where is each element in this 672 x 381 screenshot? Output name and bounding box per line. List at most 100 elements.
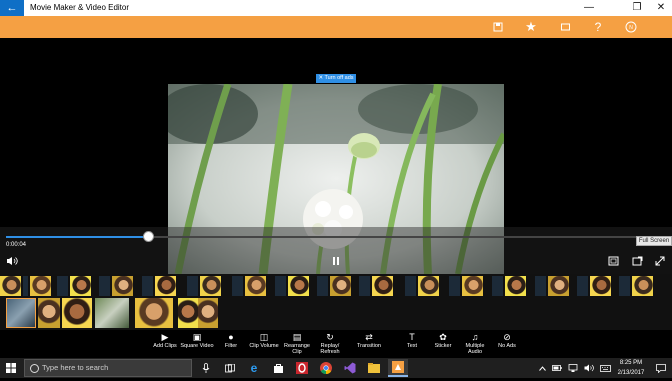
back-button[interactable]: ←: [0, 0, 24, 16]
keyboard-icon[interactable]: [598, 359, 612, 377]
action-icon: ♫: [471, 332, 479, 342]
transition-slot[interactable]: [187, 276, 198, 296]
clip-thumbnail[interactable]: [245, 276, 266, 296]
clip-thumbnail[interactable]: [38, 298, 60, 328]
store-icon[interactable]: [268, 359, 288, 377]
clip-thumbnail[interactable]: [505, 276, 526, 296]
taskbar-clock[interactable]: 8:25 PM 2/13/2017: [612, 358, 650, 378]
action-center-icon[interactable]: [652, 359, 670, 377]
transition-slot[interactable]: [405, 276, 416, 296]
transition-slot[interactable]: [359, 276, 370, 296]
turn-off-ads-banner[interactable]: ✕ Turn off ads: [316, 74, 356, 83]
action-icon: ⊘: [503, 332, 511, 342]
clip-thumbnail[interactable]: [135, 298, 173, 328]
action-multiple-audio-button[interactable]: ♫ Multiple Audio: [458, 331, 492, 355]
clip-thumbnail[interactable]: [288, 276, 309, 296]
save-icon[interactable]: [488, 16, 508, 38]
action-sticker-button[interactable]: ✿ Sticker: [426, 331, 460, 349]
action-text-button[interactable]: T Text: [395, 331, 429, 349]
star-icon[interactable]: ★: [521, 16, 541, 38]
pause-icon[interactable]: [330, 256, 342, 270]
action-icon: ✿: [439, 332, 447, 342]
clip-thumbnail[interactable]: [330, 276, 351, 296]
transition-slot[interactable]: [449, 276, 460, 296]
power-icon[interactable]: [550, 359, 564, 377]
fullscreen-tooltip: Full Screen: [636, 236, 672, 246]
clip-thumbnail[interactable]: [462, 276, 483, 296]
speaker-icon[interactable]: [582, 359, 596, 377]
action-no-ads-button[interactable]: ⊘ No Ads: [490, 331, 524, 349]
network-icon[interactable]: [566, 359, 580, 377]
transition-slot[interactable]: [492, 276, 503, 296]
action-icon: ▤: [292, 332, 302, 342]
clip-thumbnail[interactable]: [155, 276, 176, 296]
transition-slot[interactable]: [275, 276, 286, 296]
clip-thumbnail[interactable]: [372, 276, 393, 296]
action-label: Text: [406, 343, 418, 349]
action-transition-button[interactable]: ⇄ Transition: [352, 331, 386, 349]
action-square-video-button[interactable]: ▣ Square Video: [180, 331, 214, 349]
chrome-icon[interactable]: [316, 359, 336, 377]
action-icon: ●: [228, 332, 234, 342]
transition-slot[interactable]: [232, 276, 243, 296]
clip-thumbnail[interactable]: [632, 276, 653, 296]
edge-browser-icon[interactable]: e: [244, 359, 264, 377]
account-icon[interactable]: N: [621, 16, 641, 38]
cart-icon[interactable]: [555, 16, 575, 38]
visual-studio-icon[interactable]: [340, 359, 360, 377]
clip-thumbnail[interactable]: [95, 298, 129, 328]
transition-slot[interactable]: [142, 276, 153, 296]
transition-slot[interactable]: [99, 276, 110, 296]
opera-icon[interactable]: [292, 359, 312, 377]
clip-thumbnail[interactable]: [418, 276, 439, 296]
clip-thumbnail[interactable]: [548, 276, 569, 296]
svg-text:e: e: [251, 362, 258, 374]
maximize-button[interactable]: ❐: [626, 0, 648, 16]
action-icon: ▣: [192, 332, 202, 342]
crop-icon[interactable]: [606, 256, 620, 270]
task-view-icon[interactable]: [220, 359, 240, 377]
app-title: Movie Maker & Video Editor: [30, 3, 130, 12]
action-label: Replay/ Refresh: [320, 343, 340, 355]
clip-thumbnail[interactable]: [30, 276, 51, 296]
action-add-clips-button[interactable]: ▶ Add Clips: [148, 331, 182, 349]
transition-slot[interactable]: [619, 276, 630, 296]
microphone-icon[interactable]: [196, 359, 216, 377]
clip-thumbnail[interactable]: [178, 298, 198, 328]
movie-maker-taskbar-icon[interactable]: [388, 359, 408, 377]
transition-slot[interactable]: [57, 276, 68, 296]
action-clip-volume-button[interactable]: ◫ Clip Volume: [247, 331, 281, 349]
clip-thumbnail[interactable]: [590, 276, 611, 296]
close-button[interactable]: ✕: [650, 0, 672, 16]
transition-slot[interactable]: [577, 276, 588, 296]
progress-thumb[interactable]: [142, 231, 154, 242]
clip-thumbnail[interactable]: [70, 276, 91, 296]
show-hidden-icons-icon[interactable]: [536, 359, 548, 377]
clip-thumbnail[interactable]: [62, 298, 92, 328]
start-button[interactable]: [0, 358, 22, 378]
action-label: Filter: [224, 343, 238, 349]
transition-slot[interactable]: [23, 276, 28, 296]
expand-icon[interactable]: [653, 256, 667, 270]
clip-thumbnail[interactable]: [200, 276, 221, 296]
action-icon: ⇄: [365, 332, 373, 342]
minimize-button[interactable]: —: [578, 0, 600, 16]
clip-thumbnail[interactable]: [0, 276, 21, 296]
file-explorer-icon[interactable]: [364, 359, 384, 377]
clip-thumbnail[interactable]: [112, 276, 133, 296]
help-icon[interactable]: ?: [588, 16, 608, 38]
transition-slot[interactable]: [317, 276, 328, 296]
action-label: Multiple Audio: [465, 343, 485, 355]
clip-thumbnail[interactable]: [198, 298, 218, 328]
clip-thumbnail[interactable]: [6, 298, 36, 328]
progress-fill: [6, 236, 148, 238]
action-replay-refresh-button[interactable]: ↻ Replay/ Refresh: [313, 331, 347, 355]
cast-icon[interactable]: [630, 256, 644, 270]
volume-icon[interactable]: [5, 256, 19, 270]
action-icon: ◫: [259, 332, 269, 342]
transition-slot[interactable]: [535, 276, 546, 296]
action-filter-button[interactable]: ● Filter: [214, 331, 248, 349]
action-label: Transition: [357, 343, 381, 349]
action-label: Rearrange Clip: [284, 343, 310, 355]
action-rearrange-clip-button[interactable]: ▤ Rearrange Clip: [280, 331, 314, 355]
